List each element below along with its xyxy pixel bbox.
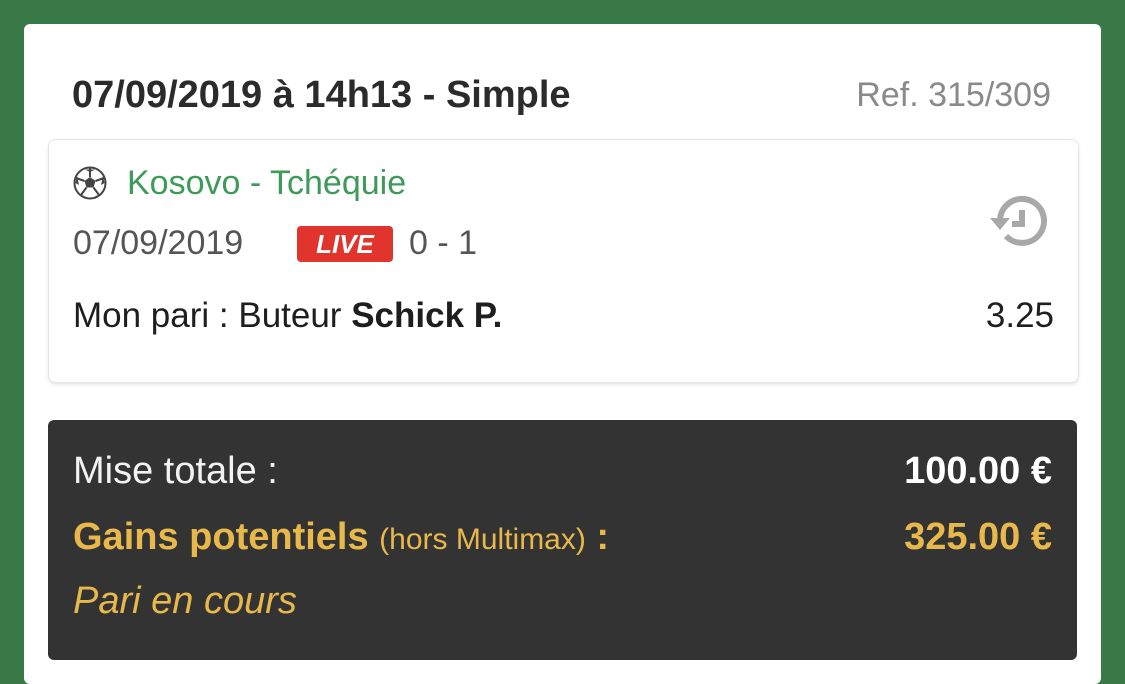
bet-summary: Mise totale : 100.00 € Gains potentiels … <box>48 420 1077 660</box>
match-name-link[interactable]: Kosovo - Tchéquie <box>127 164 406 203</box>
bet-reference: Ref. 315/309 <box>856 76 1051 114</box>
gain-label-main: Gains potentiels <box>73 516 380 558</box>
gain-label-sub: (hors Multimax) <box>379 523 586 556</box>
gain-label-colon: : <box>585 516 610 558</box>
event-date: 07/09/2019 <box>73 224 244 262</box>
my-bet-label: Mon pari : Buteur <box>73 296 352 335</box>
my-bet-line: Mon pari : Buteur Schick P. <box>73 296 502 336</box>
bet-player: Schick P. <box>351 296 503 335</box>
potential-gains-label: Gains potentiels (hors Multimax) : <box>73 516 609 559</box>
history-icon[interactable] <box>986 188 1052 254</box>
bet-card: 07/09/2019 à 14h13 - Simple Ref. 315/309… <box>24 24 1101 684</box>
event-panel[interactable]: Kosovo - Tchéquie 07/09/2019 LIVE 0 - 1 … <box>48 139 1079 383</box>
match-score: 0 - 1 <box>409 224 478 262</box>
bet-status: Pari en cours <box>73 580 297 622</box>
stake-label: Mise totale : <box>73 450 278 492</box>
bet-header: 07/09/2019 à 14h13 - Simple Ref. 315/309 <box>24 24 1101 140</box>
soccer-ball-icon <box>73 166 107 200</box>
stake-value: 100.00 € <box>904 450 1052 492</box>
bet-odds: 3.25 <box>985 296 1054 335</box>
bet-title: 07/09/2019 à 14h13 - Simple <box>72 74 571 116</box>
potential-gains-value: 325.00 € <box>904 516 1052 558</box>
live-badge: LIVE <box>297 226 393 262</box>
